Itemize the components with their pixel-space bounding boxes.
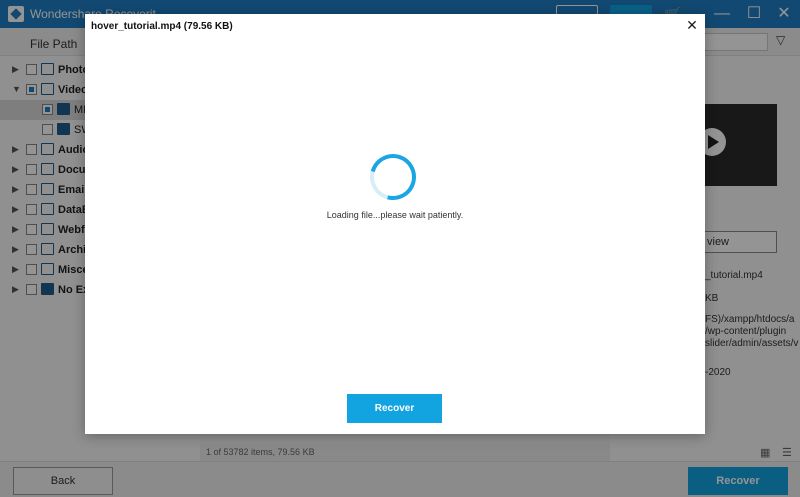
preview-dialog: hover_tutorial.mp4 (79.56 KB) ✕ Loading … (85, 14, 705, 434)
dialog-recover-button[interactable]: Recover (347, 394, 442, 423)
close-icon[interactable]: ✕ (683, 16, 701, 34)
loading-message: Loading file...please wait patiently. (326, 210, 464, 220)
dialog-title: hover_tutorial.mp4 (79.56 KB) (91, 21, 233, 32)
loading-spinner-icon (361, 145, 425, 209)
